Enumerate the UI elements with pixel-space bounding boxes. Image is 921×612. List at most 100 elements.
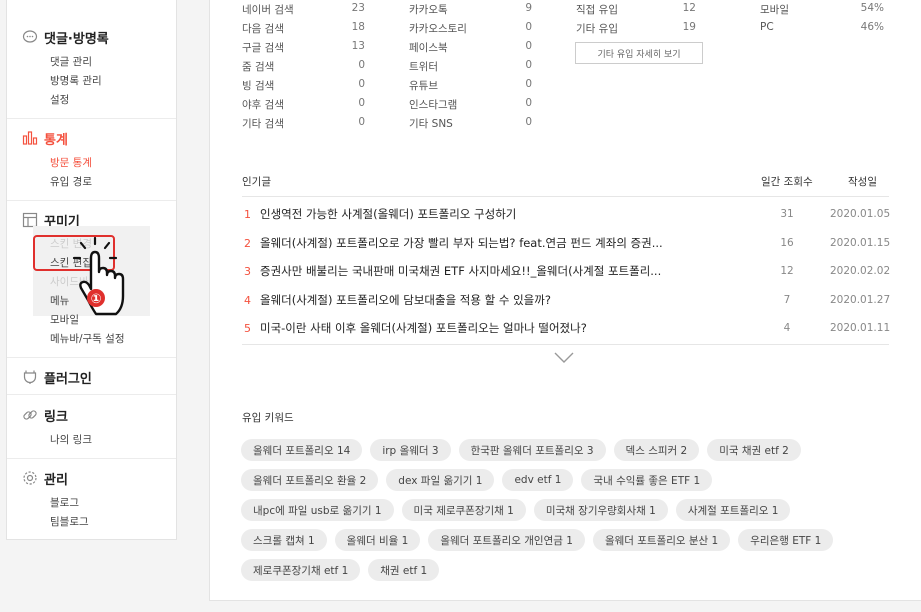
keyword-tag[interactable]: 미국 채권 etf 2 <box>707 439 801 461</box>
referrer-name: 유튜브 <box>409 80 438 92</box>
keyword-tag[interactable]: edv etf 1 <box>502 469 574 491</box>
keyword-tag[interactable]: 올웨더 포트폴리오 환율 2 <box>241 469 379 491</box>
referrer-name: 줌 검색 <box>242 61 275 73</box>
keyword-tag[interactable]: 채권 etf 1 <box>368 559 440 581</box>
keywords-title: 유입 키워드 <box>242 412 294 424</box>
sidebar-item-guestbook-manage[interactable]: 방명록 관리 <box>50 73 102 88</box>
referrer-count: 13 <box>351 40 365 52</box>
referrer-count: 23 <box>351 2 365 14</box>
referrer-name: 카카오톡 <box>409 4 448 16</box>
sidebar-section-link[interactable]: 링크 <box>22 406 68 425</box>
popular-post-row[interactable]: 3 증권사만 배불리는 국내판매 미국채권 ETF 사지마세요!!_올웨더(사계… <box>242 257 891 285</box>
comment-icon <box>22 29 38 45</box>
keyword-tag[interactable]: 올웨더 포트폴리오 분산 1 <box>592 529 731 551</box>
post-title[interactable]: 미국-이란 사태 이후 올웨더(사계절) 포트폴리오는 얼마나 떨어졌나? <box>260 320 700 336</box>
sidebar-divider <box>7 394 176 395</box>
link-icon <box>22 407 38 423</box>
referrer-name: 직접 유입 <box>576 4 618 16</box>
sidebar-section-manage[interactable]: 관리 <box>22 469 68 488</box>
referrer-count: 0 <box>525 21 532 33</box>
sidebar-item-comment-settings[interactable]: 설정 <box>50 92 69 107</box>
keyword-tag[interactable]: 미국채 장기우량회사채 1 <box>533 499 668 521</box>
keyword-tag[interactable]: 우리은행 ETF 1 <box>738 529 834 551</box>
referrer-name: 야후 검색 <box>242 99 284 111</box>
popular-post-row[interactable]: 4 올웨더(사계절) 포트폴리오에 담보대출을 적용 할 수 있을까? 7 20… <box>242 286 890 314</box>
referrer-count: 9 <box>525 2 532 14</box>
keyword-tag[interactable]: 올웨더 포트폴리오 개인연금 1 <box>428 529 585 551</box>
keyword-tag[interactable]: 스크롤 캡쳐 1 <box>241 529 327 551</box>
post-title[interactable]: 올웨더(사계절) 포트폴리오에 담보대출을 적용 할 수 있을까? <box>260 292 700 308</box>
keyword-tag[interactable]: dex 파일 옮기기 1 <box>386 469 495 491</box>
sidebar-item-visit-stats[interactable]: 방문 통계 <box>50 155 92 170</box>
callout-number: ① <box>90 292 101 307</box>
referrer-count: 12 <box>682 2 696 14</box>
referrer-count: 0 <box>525 78 532 90</box>
sidebar-divider <box>7 458 176 459</box>
sidebar-item-my-links[interactable]: 나의 링크 <box>50 432 92 447</box>
sidebar-section-stats[interactable]: 통계 <box>22 129 68 148</box>
gear-icon <box>22 470 38 486</box>
post-date: 2020.02.02 <box>830 265 891 277</box>
post-rank: 2 <box>244 236 251 250</box>
keyword-tag[interactable]: 올웨더 포트폴리오 14 <box>241 439 363 461</box>
referrer-count: 0 <box>525 97 532 109</box>
chart-icon <box>22 130 38 146</box>
device-name: 모바일 <box>760 4 789 16</box>
sidebar-item-blog[interactable]: 블로그 <box>50 495 79 510</box>
sidebar-section-comments[interactable]: 댓글·방명록 <box>22 28 109 47</box>
keyword-tag[interactable]: irp 올웨더 3 <box>370 439 451 461</box>
referrer-name: 인스타그램 <box>409 99 458 111</box>
keyword-tag[interactable]: 사계절 포트폴리오 1 <box>675 499 791 521</box>
popular-views-header: 일간 조회수 <box>761 176 813 188</box>
sidebar-section-label: 댓글·방명록 <box>44 31 109 47</box>
popular-posts-title: 인기글 <box>242 176 271 188</box>
sidebar-item-team-blog[interactable]: 팀블로그 <box>50 514 89 529</box>
post-date: 2020.01.05 <box>830 208 891 220</box>
post-rank: 5 <box>244 321 251 335</box>
sidebar-section-plugin[interactable]: 플러그인 <box>22 368 92 387</box>
referrer-count: 18 <box>351 21 365 33</box>
post-rank: 4 <box>244 293 251 307</box>
device-name: PC <box>760 21 774 33</box>
referrer-name: 구글 검색 <box>242 42 284 54</box>
sidebar-section-label: 통계 <box>44 132 68 148</box>
referrer-count: 0 <box>525 116 532 128</box>
post-rank: 3 <box>244 264 251 278</box>
popular-post-row[interactable]: 5 미국-이란 사태 이후 올웨더(사계절) 포트폴리오는 얼마나 떨어졌나? … <box>242 314 890 342</box>
keyword-tag[interactable]: 올웨더 비율 1 <box>334 529 421 551</box>
keyword-tag[interactable]: 덱스 스피커 2 <box>613 439 700 461</box>
post-rank: 1 <box>244 207 251 221</box>
divider <box>242 344 889 345</box>
sidebar-item-referrers[interactable]: 유입 경로 <box>50 174 92 189</box>
keyword-tag[interactable]: 내pc에 파일 usb로 옮기기 1 <box>241 499 394 521</box>
keyword-tag[interactable]: 미국 제로쿠폰장기채 1 <box>401 499 526 521</box>
sidebar-divider <box>7 118 176 119</box>
referrer-name: 네이버 검색 <box>242 4 294 16</box>
referrer-count: 0 <box>358 59 365 71</box>
sidebar-item-menu[interactable]: 메뉴 <box>50 293 69 308</box>
sidebar-item-menubar-subscribe[interactable]: 메뉴바/구독 설정 <box>50 331 125 346</box>
referrer-detail-button[interactable]: 기타 유입 자세히 보기 <box>575 42 703 64</box>
post-date: 2020.01.15 <box>830 237 891 249</box>
referrer-name: 다음 검색 <box>242 23 284 35</box>
post-views: 16 <box>780 237 794 249</box>
post-title[interactable]: 증권사만 배불리는 국내판매 미국채권 ETF 사지마세요!!_올웨더(사계절 … <box>260 263 700 279</box>
device-share: 54% <box>860 2 884 14</box>
referrer-name: 기타 검색 <box>242 118 284 130</box>
sidebar-section-label: 관리 <box>44 472 68 488</box>
keyword-tag[interactable]: 국내 수익률 좋은 ETF 1 <box>581 469 713 491</box>
post-title[interactable]: 인생역전 가능한 사계절(올웨더) 포트폴리오 구성하기 <box>260 206 700 222</box>
popular-post-row[interactable]: 2 올웨더(사계절) 포트폴리오로 가장 빨리 부자 되는법? feat.연금 … <box>242 229 891 257</box>
referrer-name: 카카오스토리 <box>409 23 467 35</box>
sidebar-section-label: 플러그인 <box>44 371 92 387</box>
chevron-down-icon[interactable] <box>554 352 574 364</box>
keyword-tag[interactable]: 한국판 올웨더 포트폴리오 3 <box>458 439 606 461</box>
keyword-tag[interactable]: 제로쿠폰장기채 etf 1 <box>241 559 361 581</box>
hand-pointer-icon: ① <box>72 236 125 316</box>
sidebar-item-comment-manage[interactable]: 댓글 관리 <box>50 54 92 69</box>
post-title[interactable]: 올웨더(사계절) 포트폴리오로 가장 빨리 부자 되는법? feat.연금 펀드… <box>260 235 700 251</box>
referrer-count: 0 <box>358 78 365 90</box>
plugin-icon <box>22 369 38 385</box>
post-views: 12 <box>780 265 794 277</box>
popular-post-row[interactable]: 1 인생역전 가능한 사계절(올웨더) 포트폴리오 구성하기 31 2020.0… <box>242 200 891 228</box>
